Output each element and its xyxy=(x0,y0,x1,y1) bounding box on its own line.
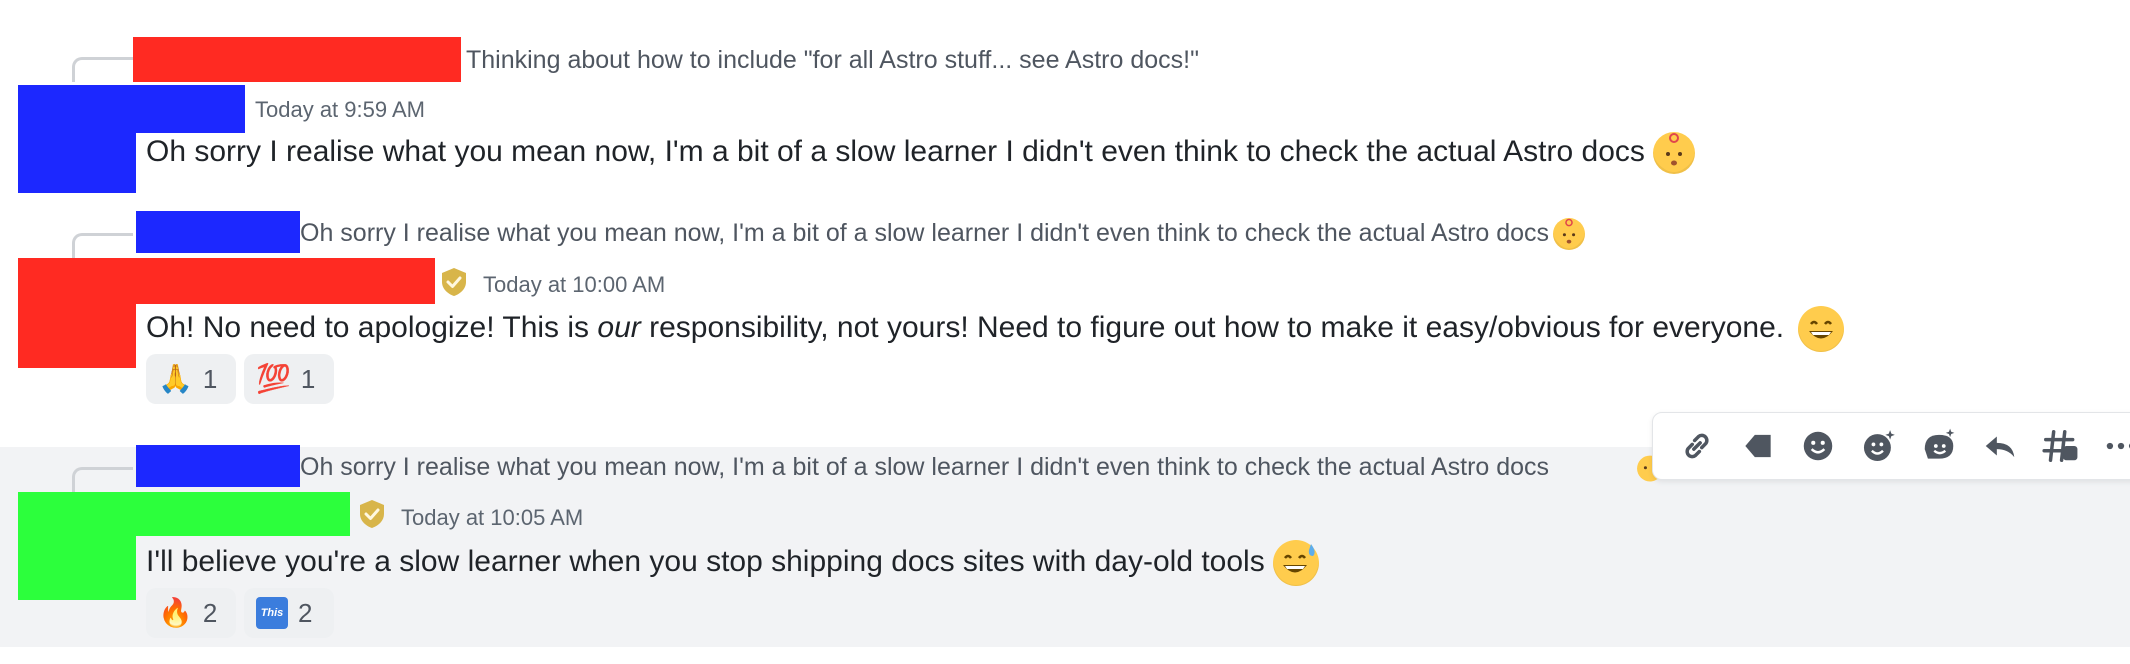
reaction-count: 2 xyxy=(298,597,313,628)
reply-preview-text[interactable]: Oh sorry I realise what you mean now, I'… xyxy=(300,218,1586,251)
this-custom-emoji-icon: This xyxy=(256,597,288,629)
reply-preview-text[interactable]: Oh sorry I realise what you mean now, I'… xyxy=(300,452,1549,482)
sweat-smile-emoji-icon xyxy=(1272,540,1319,586)
tag-button[interactable] xyxy=(1728,414,1789,478)
reaction-icon xyxy=(1804,431,1833,461)
fire-emoji-icon: 🔥 xyxy=(158,597,193,628)
reply-connector xyxy=(72,467,133,492)
flag-icon xyxy=(1745,434,1771,458)
verified-shield-icon xyxy=(442,268,466,296)
redacted-username xyxy=(133,37,461,82)
baby-emoji-icon xyxy=(1553,218,1586,251)
reply-preview-label: Oh sorry I realise what you mean now, I'… xyxy=(300,219,1550,247)
redacted-avatar[interactable] xyxy=(18,258,136,368)
more-options-button[interactable] xyxy=(2091,414,2130,478)
grinning-emoji-icon xyxy=(1798,306,1845,352)
redacted-avatar[interactable] xyxy=(18,492,136,600)
reaction-count: 1 xyxy=(202,363,218,394)
reply-connector xyxy=(72,57,133,82)
reply-icon xyxy=(1985,436,2014,458)
redacted-author-name[interactable] xyxy=(133,85,245,133)
burst-reaction-button[interactable] xyxy=(1909,414,1970,478)
redacted-username xyxy=(136,445,300,487)
reply-button[interactable] xyxy=(1970,414,2031,478)
reaction-pill[interactable]: This 2 xyxy=(244,588,334,638)
message-emphasis: our xyxy=(597,310,641,344)
super-reaction-icon xyxy=(1863,430,1895,462)
redacted-avatar[interactable] xyxy=(18,85,136,193)
baby-emoji-icon xyxy=(1652,132,1695,175)
verified-shield-icon xyxy=(360,500,384,528)
message-text: I'll believe you're a slow learner when … xyxy=(146,544,1265,578)
copy-link-button[interactable] xyxy=(1667,414,1728,478)
message-text: Oh! No need to apologize! This is xyxy=(146,310,598,344)
reaction-count: 2 xyxy=(202,597,218,628)
link-icon xyxy=(1685,433,1709,459)
thread-icon xyxy=(2042,430,2078,462)
folded-hands-emoji-icon: 🙏 xyxy=(158,363,193,394)
super-reaction-alt-icon xyxy=(1925,428,1955,459)
reaction-count: 1 xyxy=(300,363,316,394)
reaction-pill[interactable]: 💯 1 xyxy=(244,354,334,404)
reply-connector xyxy=(72,233,133,258)
reaction-pill[interactable]: 🔥 2 xyxy=(146,588,236,638)
redacted-username xyxy=(136,211,300,253)
message-content: I'll believe you're a slow learner when … xyxy=(146,540,1319,586)
message-action-toolbar xyxy=(1652,412,2130,480)
message-content: Oh sorry I realise what you mean now, I'… xyxy=(146,132,1695,175)
super-reaction-button[interactable] xyxy=(1849,414,1910,478)
create-thread-button[interactable] xyxy=(2030,414,2091,478)
reaction-pill[interactable]: 🙏 1 xyxy=(146,354,236,404)
add-reaction-button[interactable] xyxy=(1788,414,1849,478)
message-timestamp[interactable]: Today at 10:00 AM xyxy=(483,271,665,299)
redacted-author-name[interactable] xyxy=(133,258,435,304)
message-timestamp[interactable]: Today at 9:59 AM xyxy=(255,96,425,124)
message-text: Oh sorry I realise what you mean now, I'… xyxy=(146,135,1645,168)
message-timestamp[interactable]: Today at 10:05 AM xyxy=(401,504,583,532)
hundred-points-emoji-icon: 💯 xyxy=(256,363,291,394)
reply-preview-text[interactable]: Thinking about how to include "for all A… xyxy=(466,45,1199,75)
message-text-continued: responsibility, not yours! Need to figur… xyxy=(640,310,1785,344)
redacted-author-name[interactable] xyxy=(133,492,350,536)
message-content: Oh! No need to apologize! This is our re… xyxy=(146,306,1845,352)
more-icon xyxy=(2106,442,2130,450)
